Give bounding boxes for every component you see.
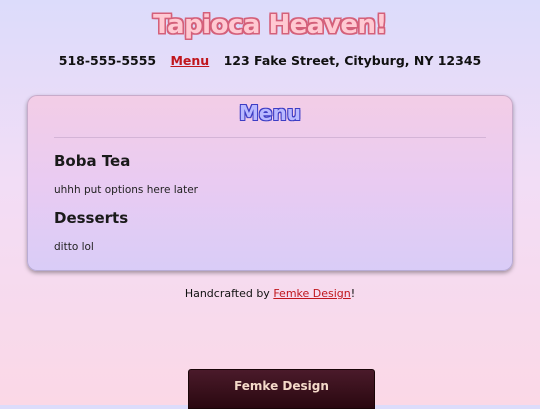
site-title: Tapioca Heaven! xyxy=(153,10,387,40)
footer: Handcrafted by Femke Design! xyxy=(0,287,540,300)
section-text-boba-tea: uhhh put options here later xyxy=(54,184,198,196)
footer-prefix: Handcrafted by xyxy=(184,287,274,300)
panel-title: Menu xyxy=(239,101,301,125)
info-bar: 518-555-5555 Menu 123 Fake Street, Cityb… xyxy=(0,53,540,68)
footer-credit-link[interactable]: Femke Design xyxy=(273,287,350,300)
section-heading-boba-tea: Boba Tea xyxy=(54,152,131,170)
address: 123 Fake Street, Cityburg, NY 12345 xyxy=(223,53,482,68)
phone-number: 518-555-5555 xyxy=(58,53,157,68)
menu-link[interactable]: Menu xyxy=(170,53,209,68)
section-heading-desserts: Desserts xyxy=(54,209,129,227)
femke-design-badge[interactable]: Femke Design xyxy=(188,369,375,409)
section-text-desserts: ditto lol xyxy=(54,241,94,253)
panel-divider xyxy=(54,137,486,138)
footer-suffix: ! xyxy=(350,287,356,300)
menu-panel: Menu Boba Tea uhhh put options here late… xyxy=(27,95,513,271)
